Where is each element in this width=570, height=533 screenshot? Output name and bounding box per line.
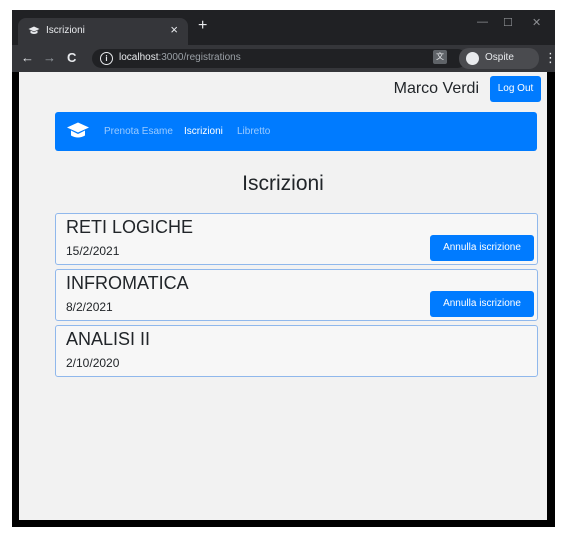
navbar: Prenota Esame Iscrizioni Libretto	[55, 112, 537, 151]
exam-date: 15/2/2021	[66, 244, 120, 258]
exam-date: 2/10/2020	[66, 356, 120, 370]
browser-window: Iscrizioni × + — ☐ ✕ ← → C i localhost:3…	[12, 10, 557, 527]
cancel-registration-button[interactable]: Annulla iscrizione	[430, 235, 534, 261]
username: Marco Verdi	[393, 80, 479, 97]
profile-label: Ospite	[485, 52, 514, 63]
graduation-cap-icon	[28, 26, 40, 34]
page-title: Iscrizioni	[242, 172, 324, 195]
close-window-icon[interactable]: ✕	[532, 16, 541, 29]
forward-icon[interactable]: →	[43, 50, 56, 66]
profile-button[interactable]: Ospite	[459, 48, 539, 69]
graduation-cap-icon[interactable]	[66, 121, 90, 142]
browser-titlebar: Iscrizioni × + — ☐ ✕	[12, 10, 555, 45]
minimize-icon[interactable]: —	[477, 16, 488, 28]
course-name: RETI LOGICHE	[66, 217, 194, 237]
tab-title: Iscrizioni	[46, 25, 85, 36]
nav-link-libretto[interactable]: Libretto	[237, 126, 270, 137]
avatar-icon	[466, 52, 479, 65]
back-icon[interactable]: ←	[21, 50, 34, 66]
exam-date: 8/2/2021	[66, 300, 113, 314]
browser-toolbar: ← → C i localhost:3000/registrations 文 O…	[12, 45, 557, 72]
address-bar[interactable]: i localhost:3000/registrations	[92, 49, 467, 68]
registration-card: RETI LOGICHE 15/2/2021 Annulla iscrizion…	[55, 213, 538, 265]
url-host: localhost	[119, 52, 159, 63]
new-tab-icon[interactable]: +	[198, 18, 207, 34]
logout-button[interactable]: Log Out	[490, 76, 541, 102]
nav-link-iscrizioni[interactable]: Iscrizioni	[184, 126, 223, 137]
cancel-registration-button[interactable]: Annulla iscrizione	[430, 291, 534, 317]
nav-link-prenota-esame[interactable]: Prenota Esame	[104, 126, 173, 137]
tab-close-icon[interactable]: ×	[170, 22, 178, 38]
maximize-icon[interactable]: ☐	[503, 16, 513, 29]
url-path: :3000/registrations	[158, 52, 241, 63]
browser-tab[interactable]: Iscrizioni ×	[18, 18, 188, 45]
more-menu-icon[interactable]: ⋮	[544, 50, 557, 66]
translate-icon[interactable]: 文	[433, 50, 447, 64]
reload-icon[interactable]: C	[67, 50, 76, 66]
registration-card: ANALISI II 2/10/2020	[55, 325, 538, 377]
page-content: Marco Verdi Log Out Prenota Esame Iscriz…	[19, 72, 547, 520]
course-name: INFROMATICA	[66, 273, 189, 293]
course-name: ANALISI II	[66, 329, 151, 349]
info-icon[interactable]: i	[100, 52, 113, 65]
registration-card: INFROMATICA 8/2/2021 Annulla iscrizione	[55, 269, 538, 321]
url-text: localhost:3000/registrations	[119, 52, 241, 63]
